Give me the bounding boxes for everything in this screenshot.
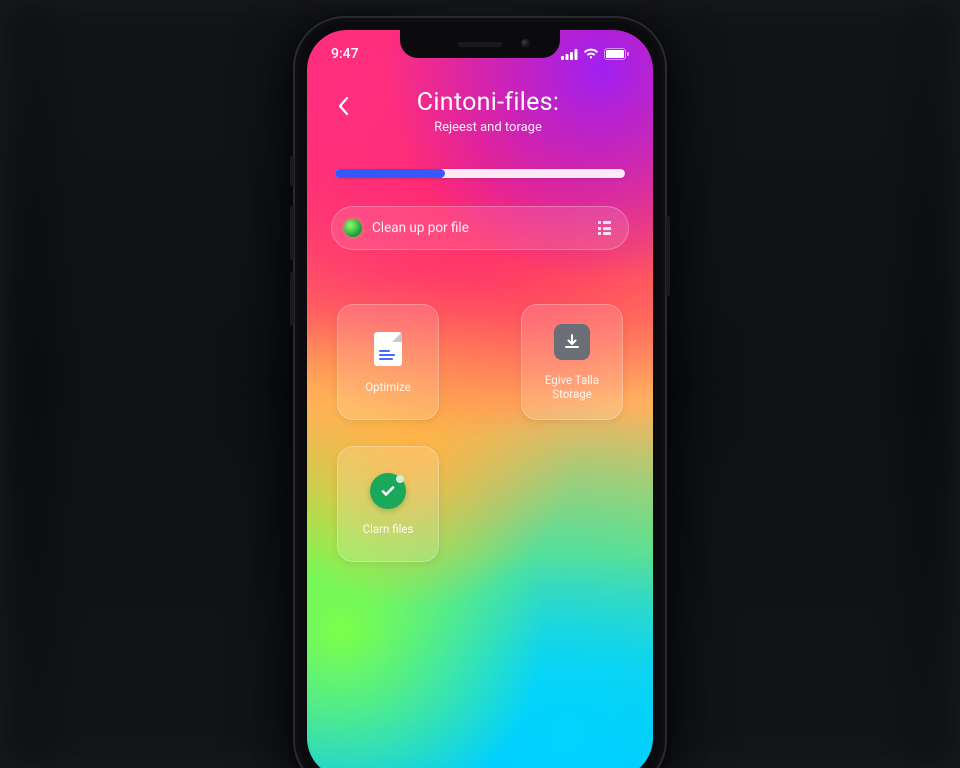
tile-clarn-files[interactable]: Clarn files: [337, 446, 439, 562]
action-tiles: Optimize Egive Talla Storage: [329, 304, 631, 562]
cellular-icon: [561, 49, 578, 60]
front-camera: [521, 39, 530, 48]
status-indicators: [561, 48, 629, 60]
title-block: Cintoni-files: Rejeest and torage: [373, 88, 603, 135]
page-title: Cintoni-files:: [373, 88, 603, 117]
phone-screen: 9:47: [307, 30, 653, 768]
tile-egive-storage-label: Egive Talla Storage: [522, 373, 622, 402]
page-subtitle: Rejeest and torage: [373, 120, 603, 135]
tile-clarn-files-label: Clarn files: [357, 522, 420, 536]
phone-frame: 9:47: [293, 16, 667, 768]
check-circle-icon: [369, 472, 407, 510]
status-time: 9:47: [331, 46, 359, 62]
download-icon: [553, 323, 591, 361]
phone-mute-switch: [290, 156, 294, 186]
wifi-icon: [583, 48, 599, 60]
phone-volume-down: [290, 272, 294, 326]
storage-progress-fill: [335, 169, 445, 178]
clean-up-pill[interactable]: Clean up por file: [331, 206, 629, 250]
battery-icon: [604, 48, 629, 60]
phone-volume-up: [290, 206, 294, 260]
phone-notch: [400, 30, 560, 58]
tile-egive-storage[interactable]: Egive Talla Storage: [521, 304, 623, 420]
storage-progress-bar: [335, 169, 625, 178]
back-button[interactable]: [329, 92, 357, 120]
document-icon: [369, 330, 407, 368]
tile-optimize-label: Optimize: [359, 380, 417, 394]
tile-optimize[interactable]: Optimize: [337, 304, 439, 420]
chevron-left-icon: [337, 96, 349, 116]
page-header: Cintoni-files: Rejeest and torage: [329, 88, 631, 135]
speaker-grille: [458, 42, 502, 47]
phone-power-button: [666, 216, 670, 296]
clean-up-label: Clean up por file: [372, 220, 588, 236]
globe-clean-icon: [344, 219, 362, 237]
app-content: Cintoni-files: Rejeest and torage Clean …: [307, 30, 653, 768]
list-view-icon: [598, 221, 614, 235]
